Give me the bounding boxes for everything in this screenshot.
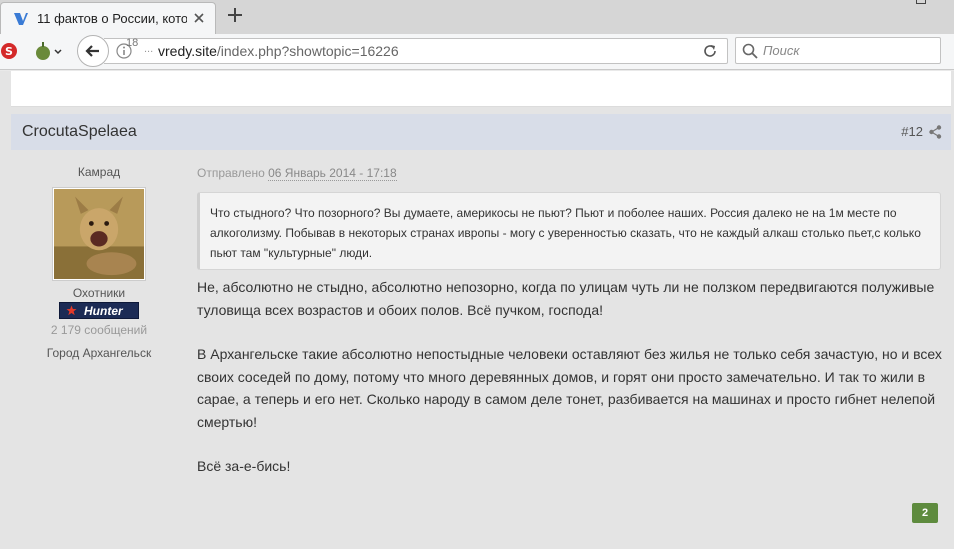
- garlic-extension-icon[interactable]: [33, 40, 65, 62]
- back-button[interactable]: [77, 35, 109, 67]
- navigation-bar: S 18 ... vredy.site/index.php?showtopic=…: [0, 34, 954, 70]
- post-author-name[interactable]: CrocutaSpelaea: [22, 123, 137, 141]
- post-date-prefix: Отправлено: [197, 166, 265, 180]
- svg-text:S: S: [5, 45, 13, 58]
- author-info: Камрад Охотники Hunter 2 179 сообщений Г…: [11, 161, 187, 360]
- search-placeholder: Поиск: [763, 43, 800, 58]
- post-number-link[interactable]: #12: [901, 124, 923, 139]
- browser-tab[interactable]: 11 фактов о России, кото…: [0, 2, 216, 34]
- search-input[interactable]: Поиск: [735, 37, 941, 64]
- post-date-line: Отправлено 06 Январь 2014 - 17:18: [197, 166, 943, 181]
- post-paragraph: Не, абсолютно не стыдно, абсолютно непоз…: [197, 279, 935, 318]
- search-icon: [742, 43, 758, 59]
- url-path: /index.php?showtopic=16226: [216, 43, 399, 59]
- author-rank: Камрад: [77, 165, 121, 179]
- author-avatar[interactable]: [52, 187, 146, 281]
- group-badge: Hunter: [59, 302, 139, 319]
- close-tab-icon[interactable]: [191, 10, 207, 26]
- forum-page: CrocutaSpelaea #12 Камрад Охотники Hunte…: [0, 71, 954, 549]
- post-body: Отправлено 06 Январь 2014 - 17:18 Что ст…: [197, 166, 943, 500]
- reputation-badge[interactable]: 2: [912, 503, 938, 523]
- url-separator: ...: [144, 43, 154, 55]
- post-date: 06 Январь 2014 - 17:18: [268, 166, 397, 181]
- author-city: Город Архангельск: [46, 346, 152, 360]
- post-header: CrocutaSpelaea #12: [11, 114, 951, 150]
- reload-icon[interactable]: [702, 43, 718, 59]
- author-post-count: 2 179 сообщений: [50, 323, 148, 337]
- tab-title: 11 фактов о России, кото…: [37, 11, 187, 26]
- new-tab-icon[interactable]: [226, 6, 244, 24]
- star-icon: [66, 305, 77, 316]
- share-icon[interactable]: [929, 125, 942, 139]
- url-text[interactable]: vredy.site/index.php?showtopic=16226: [158, 43, 399, 59]
- previous-post-end: [11, 71, 951, 107]
- quote-block: Что стыдного? Что позорного? Вы думаете,…: [197, 192, 941, 270]
- notification-count: 18: [126, 37, 139, 49]
- author-group: Охотники: [72, 286, 126, 300]
- window-restore-icon[interactable]: [916, 0, 926, 4]
- tab-strip: 11 фактов о России, кото…: [0, 0, 954, 34]
- post-paragraph: Всё за-е-бись!: [197, 458, 291, 474]
- post-text: Не, абсолютно не стыдно, абсолютно непоз…: [197, 276, 943, 478]
- stop-extension-icon[interactable]: S: [0, 42, 18, 60]
- back-arrow-icon: [85, 45, 99, 57]
- site-favicon-icon: [14, 12, 28, 25]
- badge-label: Hunter: [84, 304, 123, 318]
- address-bar[interactable]: 18 ... vredy.site/index.php?showtopic=16…: [104, 37, 728, 64]
- url-domain: vredy.site: [158, 43, 217, 59]
- post-paragraph: В Архангельске такие абсолютно непостыдн…: [197, 346, 942, 430]
